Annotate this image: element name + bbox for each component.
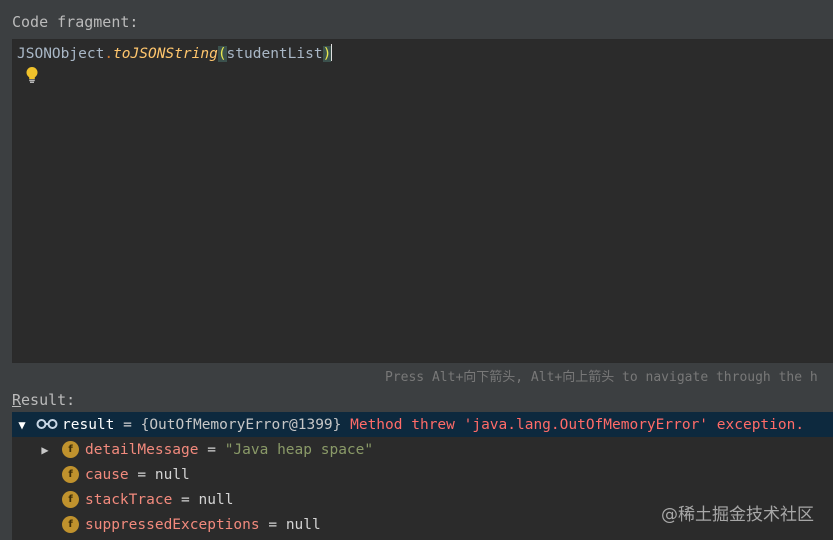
expand-arrow-icon[interactable]: ▶ [38,443,52,457]
tree-field-row[interactable]: ▶ f detailMessage = "Java heap space" [12,437,833,462]
code-fragment-label: Code fragment: [12,13,139,31]
code-line[interactable]: JSONObject.toJSONString(studentList) [17,44,333,62]
field-text: stackTrace = null [85,491,234,508]
navigation-hint: Press Alt+向下箭头, Alt+向上箭头 to navigate thr… [385,370,818,385]
exception-message: Method threw 'java.lang.OutOfMemoryError… [341,416,805,433]
dot-token: . [104,46,114,62]
object-reference: {OutOfMemoryError@1399} [140,416,342,433]
text-caret [331,44,333,61]
open-paren-token: ( [217,46,227,62]
result-label: Result: [12,391,76,409]
watch-glasses-icon [36,419,58,429]
field-icon: f [62,466,79,483]
result-root-row[interactable]: ▼ result = {OutOfMemoryError@1399} Metho… [12,412,833,437]
field-text: cause = null [85,466,190,483]
tree-field-row[interactable]: f cause = null [12,462,833,487]
code-fragment-editor[interactable]: JSONObject.toJSONString(studentList) [12,39,833,363]
argument-token: studentList [226,46,323,62]
watermark: @稀土掘金技术社区 [661,505,814,525]
field-text: detailMessage = "Java heap space" [85,441,374,458]
field-icon: f [62,516,79,533]
lightbulb-icon[interactable] [24,66,40,84]
class-token: JSONObject [17,46,105,62]
close-paren-token: ) [322,46,332,62]
method-token: toJSONString [113,46,218,62]
field-text: suppressedExceptions = null [85,516,321,533]
result-root-text: result = {OutOfMemoryError@1399} Method … [62,416,805,433]
field-icon: f [62,441,79,458]
field-icon: f [62,491,79,508]
collapse-arrow-icon[interactable]: ▼ [15,418,29,432]
